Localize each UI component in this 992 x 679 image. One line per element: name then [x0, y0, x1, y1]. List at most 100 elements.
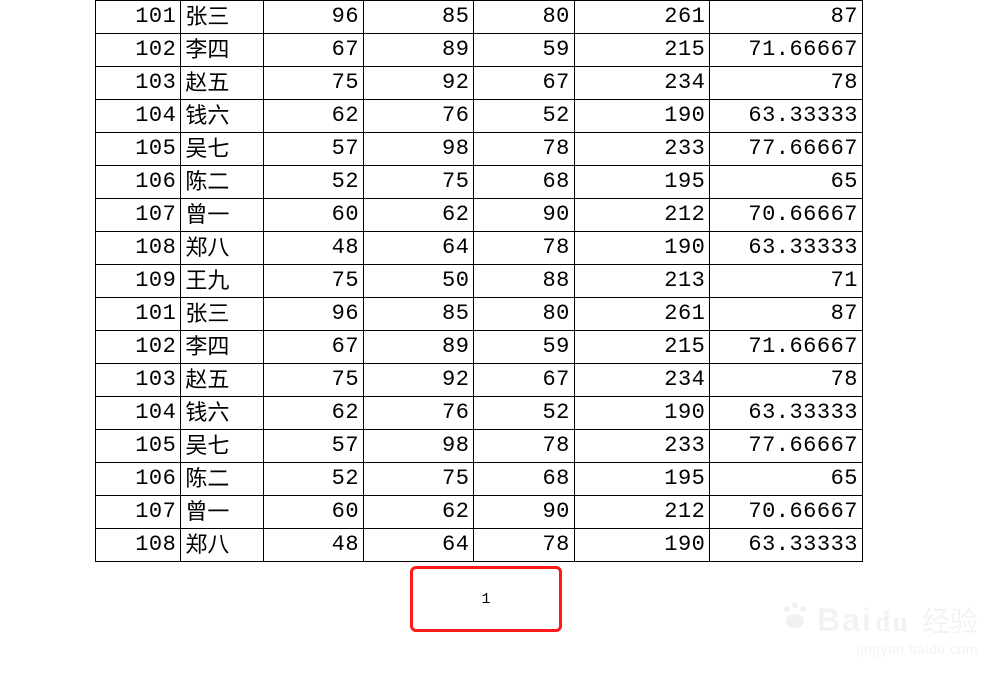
watermark-brand-bai: Bai — [817, 602, 873, 639]
cell-name: 曾一 — [181, 199, 263, 232]
cell-name: 陈二 — [181, 166, 263, 199]
table-row: 107曾一60629021270.66667 — [96, 496, 863, 529]
cell-total: 234 — [574, 67, 710, 100]
cell-avg: 71 — [710, 265, 863, 298]
cell-id: 103 — [96, 67, 181, 100]
table-row: 107曾一60629021270.66667 — [96, 199, 863, 232]
cell-id: 108 — [96, 232, 181, 265]
cell-total: 190 — [574, 529, 710, 562]
cell-c3: 59 — [474, 34, 574, 67]
cell-c1: 62 — [263, 397, 363, 430]
cell-c3: 90 — [474, 496, 574, 529]
cell-avg: 63.33333 — [710, 397, 863, 430]
cell-c2: 75 — [364, 463, 474, 496]
cell-avg: 78 — [710, 364, 863, 397]
cell-c1: 75 — [263, 67, 363, 100]
table-row: 105吴七57987823377.66667 — [96, 430, 863, 463]
cell-id: 101 — [96, 298, 181, 331]
cell-c3: 88 — [474, 265, 574, 298]
cell-c3: 80 — [474, 298, 574, 331]
cell-total: 215 — [574, 331, 710, 364]
cell-name: 郑八 — [181, 232, 263, 265]
cell-c2: 64 — [364, 529, 474, 562]
cell-avg: 77.66667 — [710, 430, 863, 463]
cell-name: 李四 — [181, 34, 263, 67]
cell-total: 213 — [574, 265, 710, 298]
cell-c3: 78 — [474, 232, 574, 265]
cell-avg: 63.33333 — [710, 529, 863, 562]
watermark-brand-jingyan: 经验 — [922, 600, 978, 640]
cell-avg: 63.33333 — [710, 232, 863, 265]
watermark-brand: Baidu — [817, 602, 910, 639]
cell-c1: 52 — [263, 166, 363, 199]
cell-c2: 92 — [364, 67, 474, 100]
cell-name: 赵五 — [181, 364, 263, 397]
page-number-box: 1 — [410, 566, 562, 632]
cell-id: 104 — [96, 397, 181, 430]
cell-c3: 78 — [474, 430, 574, 463]
cell-c1: 52 — [263, 463, 363, 496]
cell-c1: 75 — [263, 364, 363, 397]
cell-avg: 87 — [710, 1, 863, 34]
cell-total: 190 — [574, 100, 710, 133]
cell-c1: 67 — [263, 331, 363, 364]
data-table: 101张三96858026187102李四67895921571.6666710… — [95, 0, 863, 562]
cell-total: 190 — [574, 397, 710, 430]
cell-total: 261 — [574, 298, 710, 331]
cell-c3: 80 — [474, 1, 574, 34]
cell-id: 102 — [96, 331, 181, 364]
table-row: 103赵五75926723478 — [96, 364, 863, 397]
table-row: 105吴七57987823377.66667 — [96, 133, 863, 166]
cell-name: 曾一 — [181, 496, 263, 529]
cell-c3: 78 — [474, 133, 574, 166]
cell-c1: 60 — [263, 496, 363, 529]
table-row: 106陈二52756819565 — [96, 463, 863, 496]
cell-total: 195 — [574, 166, 710, 199]
cell-c1: 48 — [263, 529, 363, 562]
cell-avg: 71.66667 — [710, 331, 863, 364]
cell-c2: 98 — [364, 430, 474, 463]
cell-total: 233 — [574, 430, 710, 463]
cell-c3: 59 — [474, 331, 574, 364]
table-row: 108郑八48647819063.33333 — [96, 232, 863, 265]
cell-name: 赵五 — [181, 67, 263, 100]
cell-avg: 71.66667 — [710, 34, 863, 67]
cell-c3: 67 — [474, 67, 574, 100]
cell-avg: 65 — [710, 166, 863, 199]
table-row: 101张三96858026187 — [96, 298, 863, 331]
cell-total: 233 — [574, 133, 710, 166]
cell-c3: 52 — [474, 100, 574, 133]
cell-name: 李四 — [181, 331, 263, 364]
cell-c2: 76 — [364, 397, 474, 430]
cell-id: 104 — [96, 100, 181, 133]
cell-avg: 77.66667 — [710, 133, 863, 166]
cell-c1: 57 — [263, 133, 363, 166]
cell-c2: 76 — [364, 100, 474, 133]
cell-id: 105 — [96, 133, 181, 166]
cell-name: 王九 — [181, 265, 263, 298]
cell-total: 261 — [574, 1, 710, 34]
watermark-brand-du: du — [875, 607, 910, 639]
cell-name: 钱六 — [181, 397, 263, 430]
cell-total: 215 — [574, 34, 710, 67]
cell-id: 102 — [96, 34, 181, 67]
cell-total: 212 — [574, 496, 710, 529]
cell-name: 吴七 — [181, 430, 263, 463]
paw-icon — [779, 599, 811, 631]
cell-id: 109 — [96, 265, 181, 298]
cell-id: 107 — [96, 496, 181, 529]
cell-total: 195 — [574, 463, 710, 496]
cell-c3: 67 — [474, 364, 574, 397]
cell-c1: 75 — [263, 265, 363, 298]
table-row: 103赵五75926723478 — [96, 67, 863, 100]
cell-c1: 57 — [263, 430, 363, 463]
cell-c1: 96 — [263, 1, 363, 34]
table-row: 102李四67895921571.66667 — [96, 34, 863, 67]
cell-c2: 75 — [364, 166, 474, 199]
table-row: 106陈二52756819565 — [96, 166, 863, 199]
cell-c2: 89 — [364, 34, 474, 67]
table-row: 109王九75508821371 — [96, 265, 863, 298]
page-number: 1 — [481, 591, 490, 608]
cell-avg: 70.66667 — [710, 496, 863, 529]
watermark: Baidu 经验 jingyan.baidu.com — [779, 599, 978, 657]
